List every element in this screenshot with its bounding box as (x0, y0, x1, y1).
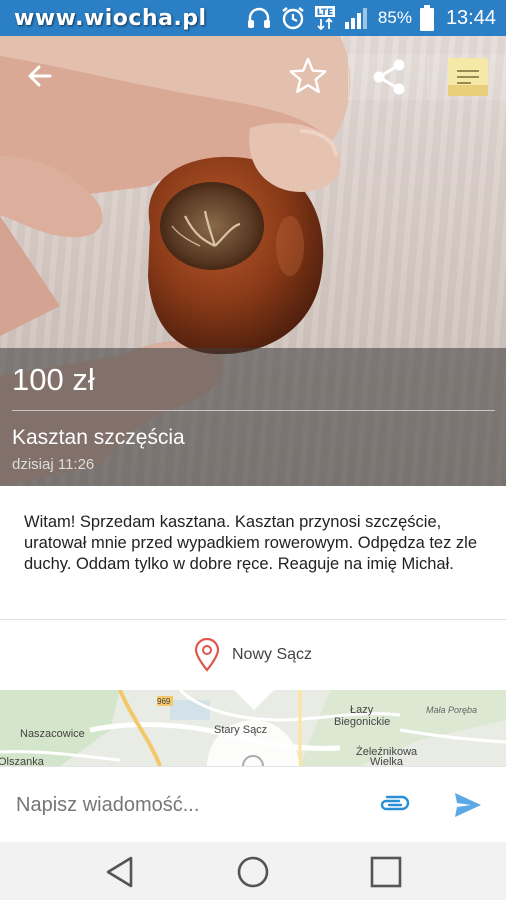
send-button[interactable] (448, 787, 488, 823)
nav-back-icon (106, 856, 133, 888)
nav-back-button[interactable] (97, 852, 141, 892)
note-icon (447, 58, 488, 96)
map-road-label: 969 (157, 697, 171, 706)
price-divider (12, 410, 495, 411)
share-icon (373, 59, 404, 95)
listing-title: Kasztan szczęścia (12, 426, 185, 449)
svg-text:LTE: LTE (317, 8, 334, 18)
map-label-lazy: Łazy (350, 704, 374, 716)
watermark: www.wiocha.pl (14, 6, 207, 31)
battery-percent: 85% (377, 8, 412, 27)
status-icons: LTE 85% 13:44 (246, 0, 496, 36)
message-input[interactable] (16, 789, 356, 821)
favorite-button[interactable] (286, 54, 330, 98)
alarm-icon (280, 5, 306, 31)
send-icon (455, 793, 481, 817)
clock: 13:44 (445, 6, 496, 29)
listing-photo[interactable]: 100 zł Kasztan szczęścia dzisiaj 11:26 (0, 36, 506, 486)
message-compose-bar (0, 766, 506, 842)
listing-date: dzisiaj 11:26 (12, 456, 95, 473)
listing-price: 100 zł (12, 362, 95, 397)
map-label-biegonickie: Biegonickie (334, 716, 391, 728)
star-icon (289, 57, 327, 93)
listing-description: Witam! Sprzedam kasztana. Kasztan przyno… (24, 513, 478, 573)
attach-button[interactable] (374, 789, 414, 821)
back-button[interactable] (20, 56, 60, 96)
paperclip-icon (380, 795, 410, 811)
note-button[interactable] (428, 54, 506, 100)
location-map[interactable]: 969 Naszacowice Olszanka Stary Sącz Łazy… (0, 690, 506, 766)
location-name: Nowy Sącz (231, 646, 313, 663)
lte-icon: LTE (314, 5, 336, 31)
status-bar: www.wiocha.pl LTE 85% 13:44 (0, 0, 506, 36)
signal-icon (344, 6, 370, 30)
hero-toolbar (0, 52, 506, 100)
nav-home-button[interactable] (231, 852, 275, 892)
location-row[interactable]: Nowy Sącz (0, 620, 506, 690)
map-label-stary-sacz: Stary Sącz (214, 724, 268, 736)
battery-icon (419, 5, 434, 31)
headphones-icon (246, 6, 272, 30)
system-navigation-bar (0, 842, 506, 900)
map-label-wielka: Wielka (370, 756, 404, 766)
nav-recents-button[interactable] (364, 852, 408, 892)
map-label-naszacowice: Naszacowice (20, 728, 85, 740)
location-pin-icon (194, 638, 220, 672)
screen: www.wiocha.pl LTE 85% 13:44 100 zł Kaszt… (0, 0, 506, 900)
map-label-mala-poreba: Mała Poręba (426, 705, 478, 715)
nav-home-icon (237, 856, 269, 888)
back-arrow-icon (28, 65, 52, 87)
map-label-olszanka: Olszanka (0, 756, 44, 766)
share-button[interactable] (348, 54, 428, 100)
nav-recents-icon (370, 856, 402, 888)
